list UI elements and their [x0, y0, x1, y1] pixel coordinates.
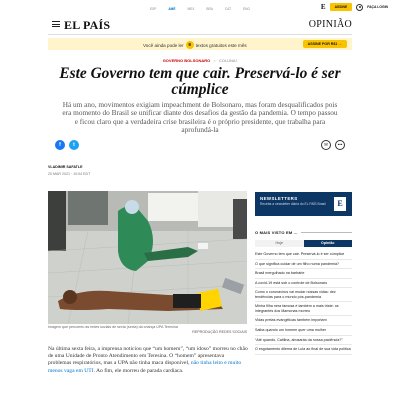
most-read-title: O MAIS VISTO EM ... [255, 229, 298, 235]
share-bar-right: ✉ ••• [321, 140, 345, 150]
info-icon[interactable]: i [236, 58, 237, 63]
most-read-divider [300, 231, 352, 233]
list-item[interactable]: O que significa cuidar de um filho numa … [255, 260, 352, 270]
photo-credit: REPRODUÇÃO REDES SOCIAIS [192, 329, 247, 334]
edition-cat[interactable]: CAT [225, 7, 231, 11]
list-item[interactable]: Como o coronavírus vai mudar nossas vida… [255, 288, 352, 303]
subscribe-button[interactable]: ASSINE [329, 3, 353, 11]
edition-bra[interactable]: BRA [206, 7, 213, 11]
publish-date: 20 MAR 2021 · 10:04 EDT [48, 172, 91, 176]
article-kicker: GOVERNO BOLSONARO > COLUNA i [0, 58, 400, 63]
most-read-widget: O MAIS VISTO EM ... Hoje Opinião Este Go… [255, 228, 352, 355]
topic-tag[interactable]: GOVERNO BOLSONARO [163, 58, 211, 63]
article-body: Na última sexta feira, a imprensa notici… [48, 346, 248, 375]
article-headline: Este Governo tem que cair. Preservá-lo é… [59, 65, 341, 98]
article-subheadline: Há um ano, movimentos exigiam impeachmen… [62, 100, 338, 134]
subscribe-cta-button[interactable]: ASSINE POR R$1 → [302, 40, 347, 48]
edition-ame[interactable]: AMÉ [168, 7, 175, 11]
paywall-message: Você ainda pode ler 9 textos gratuitos e… [143, 41, 247, 49]
paywall-text-after: textos gratuitos este mês [195, 42, 247, 48]
newsletter-promo[interactable]: NEWSLETTERS Receba a newsletter diária d… [255, 192, 352, 216]
article-photo-illustration [48, 191, 247, 324]
twitter-share-icon[interactable]: t [69, 140, 79, 150]
newsletter-description: Receba a newsletter diária do EL PAÍS Br… [260, 202, 326, 206]
header-divider [48, 34, 352, 35]
most-read-header: O MAIS VISTO EM ... [255, 228, 352, 236]
newsletter-logo-icon: E [334, 197, 346, 211]
list-item[interactable]: Vidas pretas evangélicas também importam [255, 316, 352, 326]
list-item[interactable]: O esgotamento dilema de Lula ao final de… [255, 345, 352, 355]
most-read-tabs: Hoje Opinião [255, 240, 352, 247]
paywall-banner: Você ainda pode ler 9 textos gratuitos e… [48, 38, 352, 50]
tab-hoje[interactable]: Hoje [255, 240, 304, 247]
tab-opiniao[interactable]: Opinião [303, 240, 352, 247]
article-photo[interactable] [48, 191, 247, 324]
author-name[interactable]: VLADIMIR SAFATLE [48, 165, 90, 169]
list-item[interactable]: Minha filha nera famosa é também a mais … [255, 302, 352, 317]
list-item[interactable]: Este Governo tem que cair. Preservá-lo é… [255, 250, 352, 260]
section-title[interactable]: OPINIÃO [309, 19, 352, 30]
comments-icon[interactable]: ••• [335, 140, 345, 150]
list-item[interactable]: Saiba quando um homem quer uma mulher [255, 326, 352, 336]
email-share-icon[interactable]: ✉ [321, 140, 331, 150]
list-item[interactable]: Brasil mergulhado na barbárie [255, 269, 352, 279]
paywall-text-before: Você ainda pode ler [143, 42, 184, 48]
site-logo[interactable]: EL PAÍS [64, 18, 110, 33]
caption-text: Imagem que percorreu as redes sociais de… [48, 325, 178, 329]
newsletter-title: NEWSLETTERS [260, 196, 298, 201]
edition-esp[interactable]: ESP [150, 7, 156, 11]
free-articles-count: 9 [185, 41, 194, 49]
site-header: EL PAÍS OPINIÃO [0, 15, 400, 35]
edition-mex[interactable]: MEX [187, 7, 194, 11]
list-item[interactable]: A covid-19 está sob o controle de Bolson… [255, 279, 352, 289]
el-pais-e-logo: E [320, 3, 326, 11]
body-paragraph-end: Ao fim, ele morreu de parada cardíaca. [96, 367, 184, 374]
kicker-separator: > [213, 58, 216, 63]
topbar: E ASSINE FAÇA LOGIN [321, 3, 388, 11]
user-icon[interactable] [356, 3, 364, 11]
login-link[interactable]: FAÇA LOGIN [367, 5, 388, 9]
most-read-list: Este Governo tem que cair. Preservá-lo é… [255, 250, 352, 355]
facebook-share-icon[interactable]: f [55, 140, 65, 150]
byline: VLADIMIR SAFATLE 20 MAR 2021 · 10:04 EDT [48, 165, 90, 176]
edition-nav: ESP AMÉ MEX BRA CAT ENG [150, 7, 250, 11]
hamburger-menu-icon[interactable] [52, 21, 60, 27]
edition-eng[interactable]: ENG [243, 7, 250, 11]
article-type: COLUNA [218, 58, 236, 63]
list-item[interactable]: “Até quando, Catilina, abusarás da nossa… [255, 336, 352, 346]
share-bar-left: f t [55, 140, 79, 150]
photo-caption: Imagem que percorreu as redes sociais de… [48, 325, 247, 334]
